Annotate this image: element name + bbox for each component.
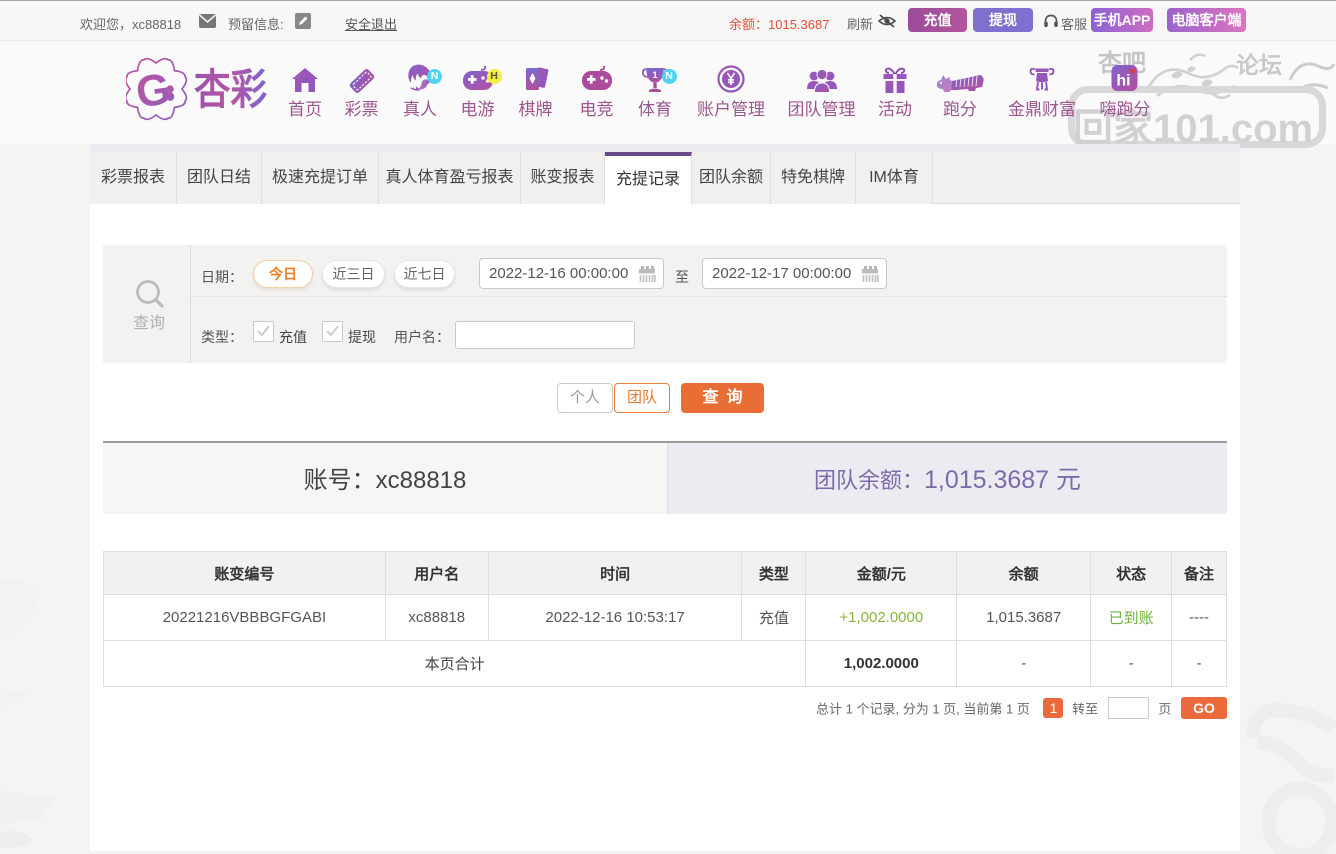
svg-text:杏彩: 杏彩 (194, 67, 268, 114)
svg-text:1: 1 (652, 70, 657, 80)
svg-text:hi: hi (1116, 73, 1130, 90)
